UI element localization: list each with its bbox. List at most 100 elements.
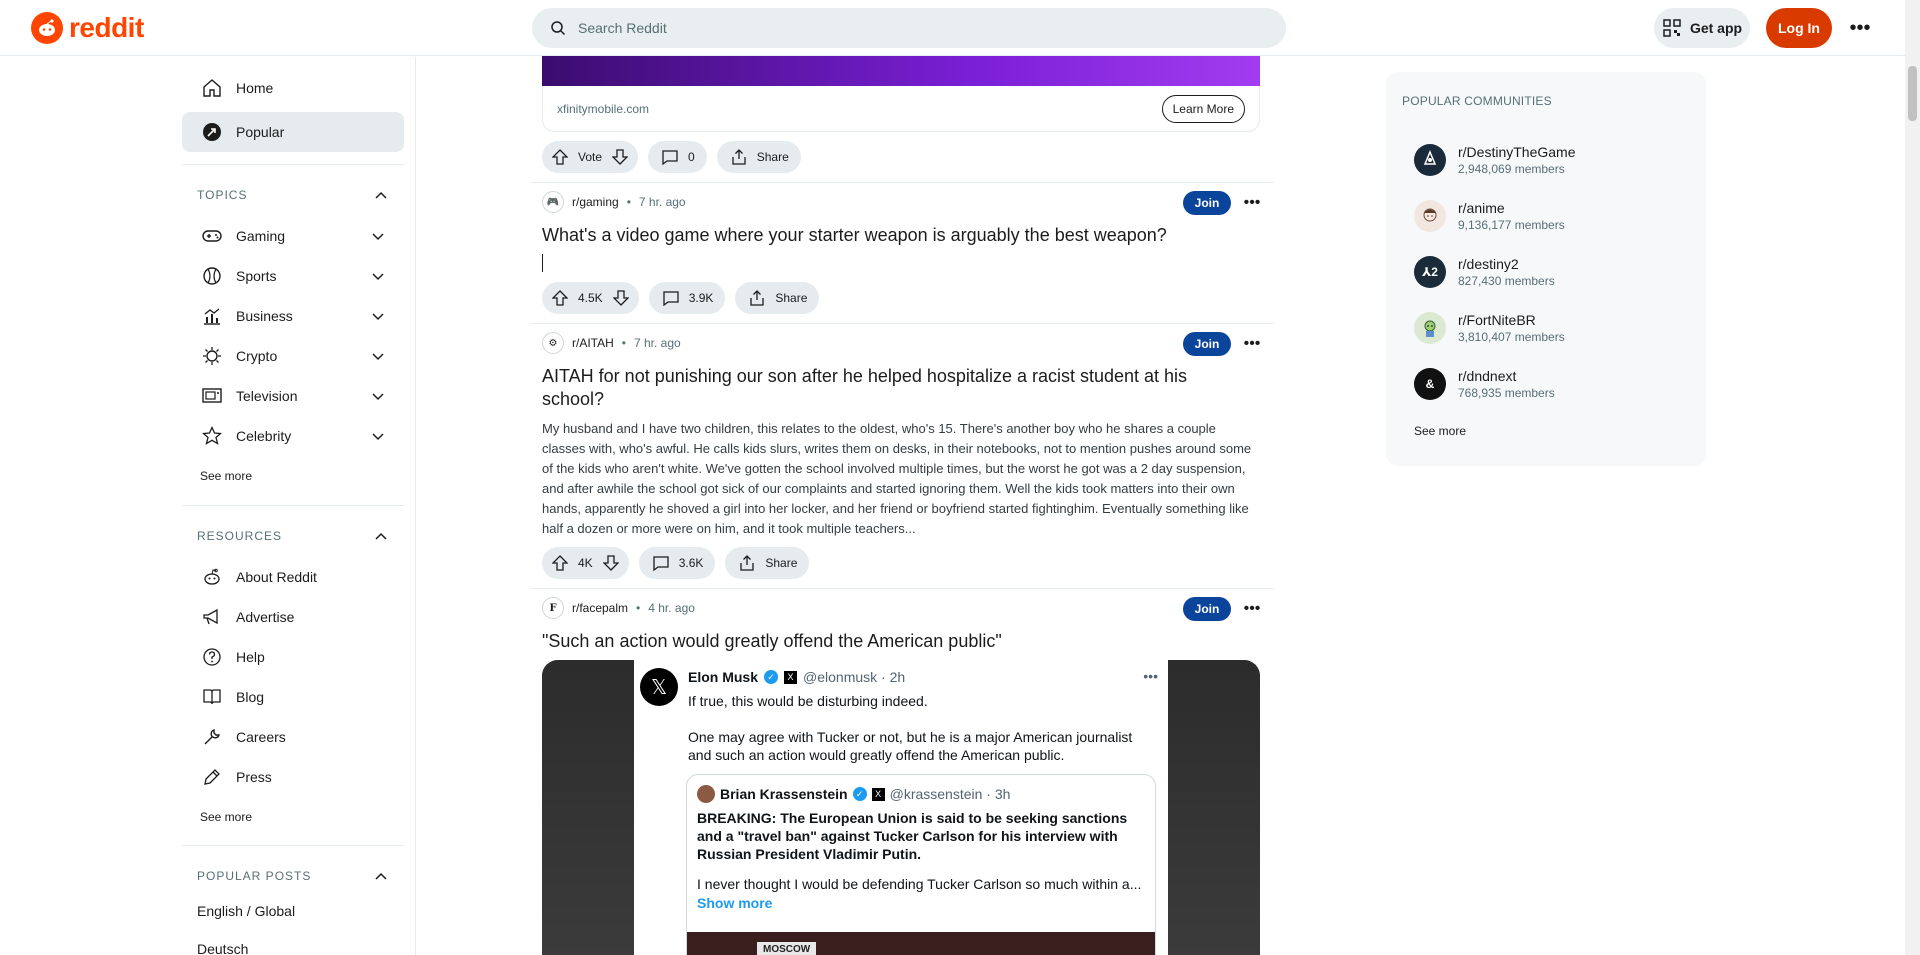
- share-button[interactable]: Share: [716, 141, 801, 173]
- post-body[interactable]: My husband and I have two children, this…: [542, 419, 1258, 539]
- community-item[interactable]: r/DestinyTheGame 2,948,069 members: [1414, 144, 1575, 176]
- x-badge-icon: X: [784, 670, 798, 684]
- community-name: r/dndnext: [1458, 368, 1517, 384]
- tweet-more-icon: •••: [1143, 668, 1158, 684]
- dndnext-community-icon: &: [1414, 368, 1446, 400]
- more-options-icon[interactable]: •••: [1848, 12, 1872, 44]
- topic-celebrity[interactable]: Celebrity: [182, 416, 404, 456]
- resource-press[interactable]: Press: [182, 757, 404, 797]
- topic-label: Crypto: [236, 348, 278, 364]
- post-more-icon[interactable]: •••: [1240, 191, 1264, 215]
- reddit-logo[interactable]: reddit: [31, 12, 144, 44]
- share-button[interactable]: Share: [735, 282, 820, 314]
- topic-sports[interactable]: Sports: [182, 256, 404, 296]
- resource-blog[interactable]: Blog: [182, 677, 404, 717]
- topic-crypto[interactable]: Crypto: [182, 336, 404, 376]
- resource-advertise[interactable]: Advertise: [182, 597, 404, 637]
- community-item[interactable]: r/anime 9,136,177 members: [1414, 200, 1565, 232]
- topics-see-more[interactable]: See more: [200, 469, 252, 483]
- tweet-text: If true, this would be disturbing indeed…: [688, 692, 1148, 764]
- get-app-button[interactable]: Get app: [1654, 8, 1750, 48]
- resource-about-reddit[interactable]: About Reddit: [182, 557, 404, 597]
- meta-dot: •: [636, 601, 641, 615]
- page-scrollbar[interactable]: [1905, 0, 1920, 955]
- join-button[interactable]: Join: [1183, 332, 1231, 356]
- post-title[interactable]: AITAH for not punishing our son after he…: [542, 365, 1252, 411]
- resources-see-more[interactable]: See more: [200, 810, 252, 824]
- popular-posts-english[interactable]: English / Global: [197, 903, 295, 919]
- popular-icon: [202, 122, 222, 142]
- ad-image[interactable]: [542, 56, 1260, 86]
- share-button[interactable]: Share: [725, 547, 810, 579]
- downvote-icon[interactable]: [610, 147, 630, 167]
- community-members: 2,948,069 members: [1458, 162, 1565, 176]
- post-actions: 4.5K 3.9K Share: [542, 282, 820, 314]
- search-input[interactable]: Search Reddit: [578, 20, 667, 36]
- topics-header[interactable]: TOPICS: [197, 188, 387, 202]
- subreddit-link[interactable]: r/facepalm: [572, 601, 628, 615]
- learn-more-button[interactable]: Learn More: [1161, 94, 1245, 123]
- upvote-icon[interactable]: [550, 288, 570, 308]
- downvote-icon[interactable]: [611, 288, 631, 308]
- topic-television[interactable]: Television: [182, 376, 404, 416]
- quoted-tweet: Brian Krassenstein ✓ X @krassenstein · 3…: [686, 774, 1156, 955]
- comment-count: 0: [688, 150, 695, 164]
- community-item[interactable]: r/FortNiteBR 3,810,407 members: [1414, 312, 1565, 344]
- upvote-icon[interactable]: [550, 553, 570, 573]
- nav-home[interactable]: Home: [182, 68, 404, 108]
- share-icon: [729, 147, 749, 167]
- join-button[interactable]: Join: [1183, 597, 1231, 621]
- subreddit-link[interactable]: r/gaming: [572, 195, 619, 209]
- community-item[interactable]: ⅄2 r/destiny2 827,430 members: [1414, 256, 1555, 288]
- resources-header[interactable]: RESOURCES: [197, 529, 387, 543]
- destiny-community-icon: [1414, 144, 1446, 176]
- topic-label: Television: [236, 388, 298, 404]
- subreddit-link[interactable]: r/AITAH: [572, 336, 614, 350]
- popular-posts-header[interactable]: POPULAR POSTS: [197, 869, 387, 883]
- book-icon: [202, 687, 222, 707]
- subreddit-gaming-icon[interactable]: 🎮: [542, 191, 564, 213]
- wrench-icon: [202, 727, 222, 747]
- chart-icon: [202, 306, 222, 326]
- topic-business[interactable]: Business: [182, 296, 404, 336]
- post-time: 4 hr. ago: [648, 601, 695, 615]
- topic-gaming[interactable]: Gaming: [182, 216, 404, 256]
- post-title[interactable]: "Such an action would greatly offend the…: [542, 630, 1252, 653]
- scrollbar-thumb[interactable]: [1908, 66, 1917, 121]
- resource-careers[interactable]: Careers: [182, 717, 404, 757]
- communities-see-more[interactable]: See more: [1414, 424, 1466, 438]
- community-item[interactable]: & r/dndnext 768,935 members: [1414, 368, 1555, 400]
- resource-label: Advertise: [236, 609, 295, 625]
- comment-count: 3.6K: [678, 556, 704, 570]
- qr-code-icon: [1662, 18, 1682, 38]
- post-image[interactable]: 𝕏 Elon Musk ✓ X @elonmusk · 2h ••• If tr…: [542, 660, 1260, 955]
- subreddit-aitah-icon[interactable]: ⚙: [542, 332, 564, 354]
- megaphone-icon: [202, 607, 222, 627]
- post-more-icon[interactable]: •••: [1240, 597, 1264, 621]
- comments-button[interactable]: 3.9K: [648, 282, 726, 314]
- verified-badge-icon: ✓: [764, 670, 779, 684]
- top-header: reddit Search Reddit Get app Log In •••: [0, 0, 1905, 56]
- search-bar[interactable]: Search Reddit: [532, 8, 1286, 48]
- upvote-icon[interactable]: [550, 147, 570, 167]
- downvote-icon[interactable]: [601, 553, 621, 573]
- post-meta: ⚙ r/AITAH • 7 hr. ago: [542, 332, 681, 354]
- join-button[interactable]: Join: [1183, 191, 1231, 215]
- chevron-down-icon: [372, 308, 384, 324]
- post-meta: 🎮 r/gaming • 7 hr. ago: [542, 191, 686, 213]
- post-separator: [530, 588, 1274, 589]
- comments-button[interactable]: 0: [648, 141, 707, 173]
- post-title[interactable]: What's a video game where your starter w…: [542, 224, 1252, 247]
- comments-button[interactable]: 3.6K: [638, 547, 716, 579]
- login-button[interactable]: Log In: [1766, 8, 1832, 48]
- post-more-icon[interactable]: •••: [1240, 332, 1264, 356]
- share-label: Share: [765, 556, 798, 570]
- ad-domain[interactable]: xfinitymobile.com: [557, 102, 649, 116]
- popular-posts-deutsch[interactable]: Deutsch: [197, 941, 248, 955]
- resource-help[interactable]: Help: [182, 637, 404, 677]
- subreddit-facepalm-icon[interactable]: F: [542, 597, 564, 619]
- post-time: 7 hr. ago: [633, 336, 681, 350]
- quote-media: MOSCOW: [687, 932, 1155, 955]
- community-members: 9,136,177 members: [1458, 218, 1565, 232]
- nav-popular[interactable]: Popular: [182, 112, 404, 152]
